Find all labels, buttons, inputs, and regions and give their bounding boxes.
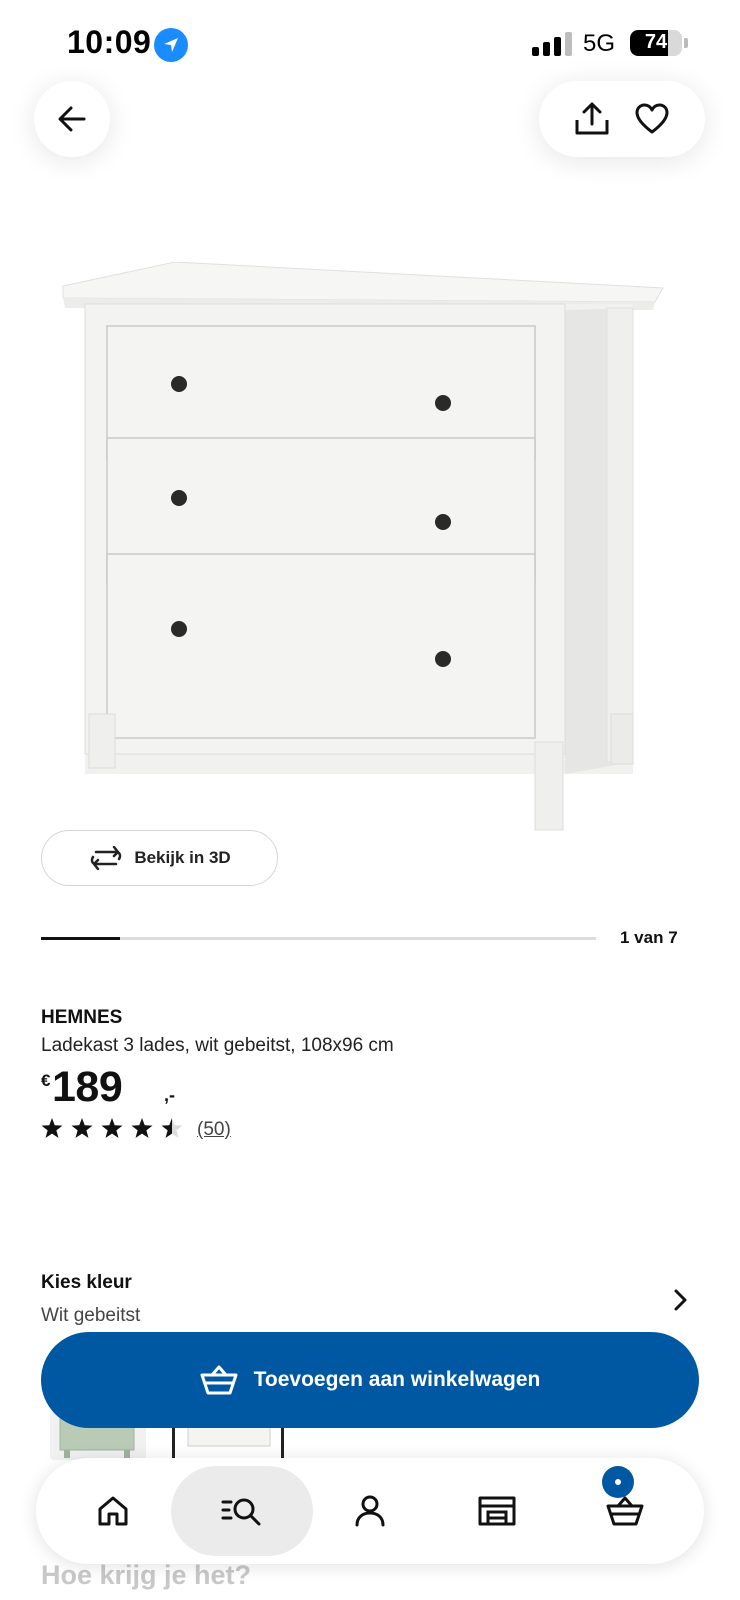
product-image[interactable]: [55, 261, 685, 852]
search-icon: [221, 1498, 261, 1526]
product-rating[interactable]: (50): [41, 1117, 261, 1143]
color-selector[interactable]: Kies kleur Wit gebeitst: [41, 1272, 699, 1332]
star-filled-icon: [101, 1118, 123, 1138]
view-3d-label: Bekijk in 3D: [134, 848, 231, 867]
view-3d-button[interactable]: Bekijk in 3D: [41, 830, 278, 886]
star-filled-icon: [41, 1118, 63, 1138]
battery-level: 74: [644, 31, 668, 53]
status-bar: 10:09 5G 74: [0, 0, 740, 90]
basket-icon: [200, 1365, 238, 1395]
product-description: Ladekast 3 lades, wit gebeitst, 108x96 c…: [41, 1035, 394, 1056]
rotate-3d-icon: [91, 846, 122, 870]
nav-stores[interactable]: [460, 1466, 534, 1556]
nav-profile[interactable]: [333, 1466, 407, 1556]
home-icon: [98, 1496, 128, 1526]
nav-search[interactable]: [171, 1466, 313, 1556]
price-currency: €: [41, 1071, 51, 1090]
rating-count[interactable]: (50): [197, 1119, 231, 1141]
network-type: 5G: [583, 30, 616, 57]
arrow-left-icon: [58, 106, 86, 132]
star-filled-icon: [71, 1118, 93, 1138]
star-filled-icon: [131, 1118, 153, 1138]
price-amount: 189: [52, 1063, 123, 1111]
gallery-counter: 1 van 7: [620, 928, 678, 947]
cart-badge: [602, 1466, 634, 1498]
profile-icon: [355, 1495, 385, 1527]
favorite-button[interactable]: [622, 89, 682, 149]
location-arrow-icon: [154, 28, 188, 62]
product-name: HEMNES: [41, 1007, 123, 1028]
signal-icon: [532, 32, 574, 56]
cart-icon: [606, 1496, 644, 1526]
share-icon: [575, 102, 609, 135]
share-button[interactable]: [562, 89, 622, 149]
battery-icon: 74: [630, 30, 682, 56]
store-icon: [478, 1496, 516, 1526]
gallery-progress: [41, 937, 596, 940]
battery-tip: [684, 38, 688, 48]
add-to-cart-label: Toevoegen aan winkelwagen: [253, 1368, 541, 1391]
header-actions: [539, 81, 705, 157]
gallery-progress-fill: [41, 937, 121, 940]
nav-home[interactable]: [76, 1466, 150, 1556]
back-button[interactable]: [34, 81, 110, 157]
color-selector-title: Kies kleur: [41, 1272, 132, 1293]
color-selector-value: Wit gebeitst: [41, 1305, 141, 1326]
cart-badge-dot: [615, 1479, 621, 1485]
heart-icon: [635, 103, 669, 134]
rating-stars: [41, 1118, 183, 1138]
delivery-heading: Hoe krijg je het?: [41, 1560, 252, 1590]
chevron-right-icon: [674, 1289, 687, 1311]
price-decimals: ,-: [164, 1085, 175, 1105]
status-time: 10:09: [67, 24, 152, 60]
add-to-cart-button[interactable]: Toevoegen aan winkelwagen: [41, 1332, 699, 1428]
